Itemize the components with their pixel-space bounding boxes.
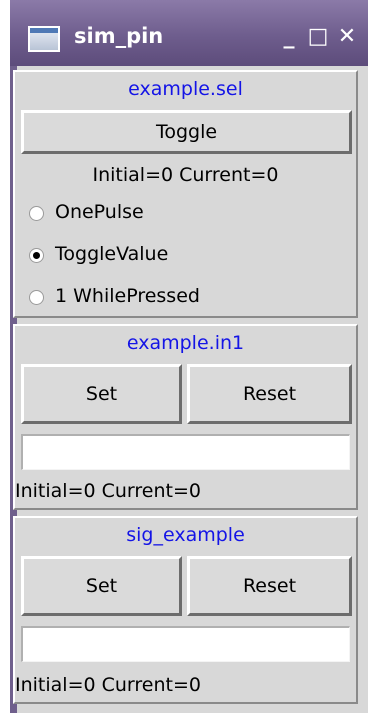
set-button[interactable]: Set	[21, 364, 182, 424]
pin-group-sig-example: sig_example Set Reset Initial=0 Current=…	[13, 516, 358, 704]
pin-group-example-sel: example.sel Toggle Initial=0 Current=0 O…	[13, 70, 358, 318]
radio-label: OnePulse	[55, 201, 144, 223]
pin-name: example.sel	[128, 78, 243, 100]
pin-name: example.in1	[126, 332, 245, 354]
reset-button[interactable]: Reset	[187, 556, 352, 616]
value-entry[interactable]	[21, 434, 350, 470]
pin-name: sig_example	[126, 524, 245, 546]
radio-option-togglevalue[interactable]: ToggleValue	[15, 238, 356, 276]
radio-button[interactable]	[29, 290, 44, 305]
pin-status: Initial=0 Current=0	[92, 164, 279, 186]
minimize-icon[interactable]: _	[276, 22, 302, 52]
set-button[interactable]: Set	[21, 556, 182, 616]
title-bar[interactable]: sim_pin _ □ ✕	[10, 0, 368, 66]
radio-option-onepulse[interactable]: OnePulse	[15, 196, 356, 234]
reset-button[interactable]: Reset	[187, 364, 352, 424]
radio-label: 1 WhilePressed	[55, 285, 200, 307]
close-icon[interactable]: ✕	[334, 22, 360, 52]
radio-button-selected[interactable]	[29, 248, 44, 263]
window-app-icon[interactable]	[28, 26, 60, 52]
radio-button[interactable]	[29, 206, 44, 221]
radio-label: ToggleValue	[55, 243, 169, 265]
maximize-icon[interactable]: □	[305, 22, 331, 52]
window-title: sim_pin	[74, 24, 164, 48]
pin-status: Initial=0 Current=0	[15, 480, 201, 502]
pin-status: Initial=0 Current=0	[15, 674, 201, 696]
pin-group-example-in1: example.in1 Set Reset Initial=0 Current=…	[13, 324, 358, 510]
toggle-button[interactable]: Toggle	[21, 110, 352, 154]
value-entry[interactable]	[21, 626, 350, 662]
radio-option-whilepressed[interactable]: 1 WhilePressed	[15, 280, 356, 318]
radio-selected-dot	[33, 252, 40, 259]
